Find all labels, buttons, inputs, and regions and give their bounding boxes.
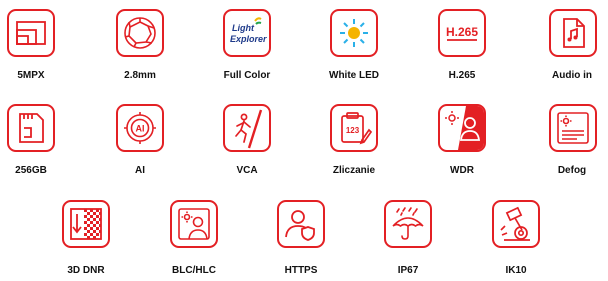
feature-lens-label: 2.8mm <box>124 70 156 81</box>
feature-fullcolor-tile: Light Explorer <box>223 9 271 57</box>
wdr-person-icon <box>445 106 484 150</box>
feature-counting-tile: 123 <box>330 104 378 152</box>
noise-reduction-icon <box>70 208 102 240</box>
feature-wdr-label: WDR <box>450 165 474 176</box>
lens-aperture-icon <box>124 17 156 49</box>
svg-text:AI: AI <box>136 124 145 134</box>
backlight-compensation-icon <box>178 208 210 240</box>
defog-icon <box>557 112 589 144</box>
sun-led-icon <box>340 19 368 47</box>
feature-fullcolor-label: Full Color <box>223 70 271 81</box>
feature-ip67-label: IP67 <box>397 265 419 276</box>
feature-h265-label: H.265 <box>448 70 476 81</box>
counting-clipboard-icon: 123 <box>341 112 373 145</box>
feature-https-tile <box>277 200 325 248</box>
feature-blchlc-tile <box>170 200 218 248</box>
feature-ip67-tile <box>384 200 432 248</box>
feature-ai-tile: AI <box>116 104 164 152</box>
feature-audio-tile <box>549 9 597 57</box>
audio-file-icon <box>563 18 585 48</box>
feature-audio-label: Audio in <box>552 70 592 81</box>
feature-256gb-label: 256GB <box>15 165 47 176</box>
ai-chip-icon: AI <box>124 112 156 144</box>
feature-wdr-tile <box>438 104 486 152</box>
feature-ik10-label: IK10 <box>505 265 527 276</box>
h265-codec-icon: H.265 <box>446 25 478 41</box>
feature-blchlc-label: BLC/HLC <box>172 265 216 276</box>
feature-counting-label: Zliczanie <box>332 165 376 176</box>
secure-user-icon <box>285 210 315 241</box>
svg-text:Explorer: Explorer <box>230 34 267 44</box>
svg-text:H.265: H.265 <box>446 25 478 39</box>
feature-vca-label: VCA <box>236 165 258 176</box>
resolution-icon <box>16 21 46 45</box>
umbrella-rain-icon <box>392 207 424 240</box>
feature-5mpx-tile <box>7 9 55 57</box>
feature-lens-tile <box>116 9 164 57</box>
feature-3ddnr-tile <box>62 200 110 248</box>
sd-card-icon <box>19 113 44 143</box>
line-crossing-person-icon <box>235 109 263 149</box>
svg-text:Light: Light <box>232 23 255 33</box>
feature-5mpx-label: 5MPX <box>17 70 45 81</box>
vandal-hammer-icon <box>500 206 530 241</box>
feature-256gb-tile <box>7 104 55 152</box>
light-explorer-logo: Light Explorer <box>230 17 267 44</box>
feature-h265-tile: H.265 <box>438 9 486 57</box>
feature-defog-tile <box>549 104 597 152</box>
feature-3ddnr-label: 3D DNR <box>67 265 105 276</box>
feature-whiteled-tile <box>330 9 378 57</box>
feature-ik10-tile <box>492 200 540 248</box>
feature-ai-label: AI <box>135 165 145 176</box>
feature-defog-label: Defog <box>557 165 587 176</box>
feature-vca-tile <box>223 104 271 152</box>
svg-text:123: 123 <box>346 126 360 135</box>
feature-whiteled-label: White LED <box>329 70 379 81</box>
feature-https-label: HTTPS <box>284 265 318 276</box>
